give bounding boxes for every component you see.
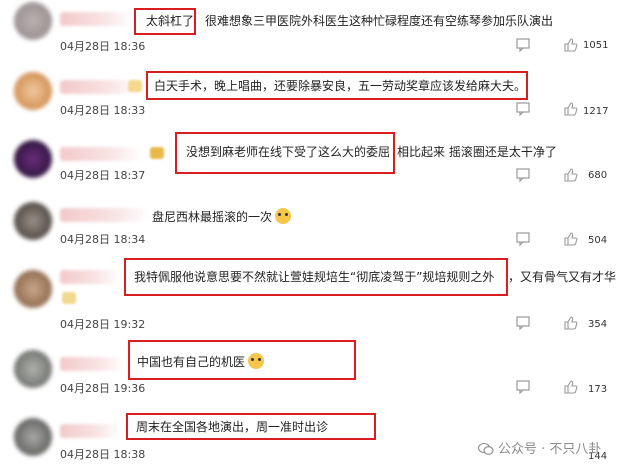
comment-date: 04月28日 18:34 [60,233,146,246]
avatar[interactable] [14,418,52,456]
comment-text: 太斜杠了 [146,14,195,28]
reply-icon[interactable] [516,102,530,116]
like-icon[interactable] [564,380,578,394]
comment-text: 没想到麻老师在线下受了这么大的委屈 [186,145,391,159]
comment-date: 04月28日 18:37 [60,169,146,182]
actions [516,316,578,332]
username-blurred[interactable] [60,357,124,371]
comment-date: 04月28日 18:36 [60,40,146,53]
reply-icon[interactable] [516,168,530,182]
like-icon[interactable] [564,38,578,52]
username-blurred[interactable] [60,12,132,26]
like-count: 1051 [583,40,609,51]
avatar[interactable] [14,350,52,388]
reply-icon[interactable] [516,38,530,52]
dog-emoji-icon [248,353,265,369]
wechat-icon [478,442,494,455]
avatar[interactable] [14,2,52,40]
comment-date: 04月28日 18:38 [60,448,146,461]
dog-emoji-icon [275,208,292,224]
user-badge [128,80,142,92]
comment-date: 04月28日 19:32 [60,318,146,331]
user-badge [62,292,76,304]
avatar[interactable] [14,202,52,240]
comment-text: 白天手术，晚上唱曲，还要除暴安良，五一劳动奖章应该发给麻大夫。 [154,79,527,93]
username-blurred[interactable] [60,270,120,284]
actions [516,102,578,118]
watermark-text: 公众号 · 不只八卦 [498,442,602,457]
username-blurred[interactable] [60,147,142,161]
username-blurred[interactable] [60,208,150,222]
username-blurred[interactable] [60,424,120,438]
comment-text-extra: ，又有骨气又有才华 [508,270,617,284]
actions [516,380,578,396]
comment-text-extra: 很难想象三甲医院外科医生这种忙碌程度还有空练琴参加乐队演出 [205,14,554,28]
comment-date: 04月28日 19:36 [60,382,146,395]
avatar[interactable] [14,72,52,110]
like-count: 354 [588,319,608,330]
like-count: 1217 [583,106,609,117]
comment-text: 盘尼西林最摇滚的一次 [152,208,292,224]
like-count: 504 [588,235,608,246]
like-icon[interactable] [564,232,578,246]
like-count: 680 [588,170,608,181]
comment-text: 中国也有自己的机医 [137,353,265,369]
like-icon[interactable] [564,168,578,182]
comment-text: 我特佩服他说意思要不然就让萱娃规培生“彻底凌驾于”规培规则之外 [134,270,495,284]
comment-text: 周末在全国各地演出，周一准时出诊 [136,420,329,434]
avatar[interactable] [14,270,52,308]
avatar[interactable] [14,140,52,178]
reply-icon[interactable] [516,232,530,246]
actions [516,232,578,248]
like-icon[interactable] [564,102,578,116]
watermark: 公众号 · 不只八卦 [478,438,601,457]
like-count: 173 [588,384,608,395]
comment-date: 04月28日 18:33 [60,104,146,117]
reply-icon[interactable] [516,316,530,330]
reply-icon[interactable] [516,380,530,394]
user-badge [150,147,164,159]
actions [516,38,578,54]
actions [516,168,578,184]
comment-text-extra: 相比起来 摇滚圈还是太干净了 [397,145,557,159]
like-icon[interactable] [564,316,578,330]
